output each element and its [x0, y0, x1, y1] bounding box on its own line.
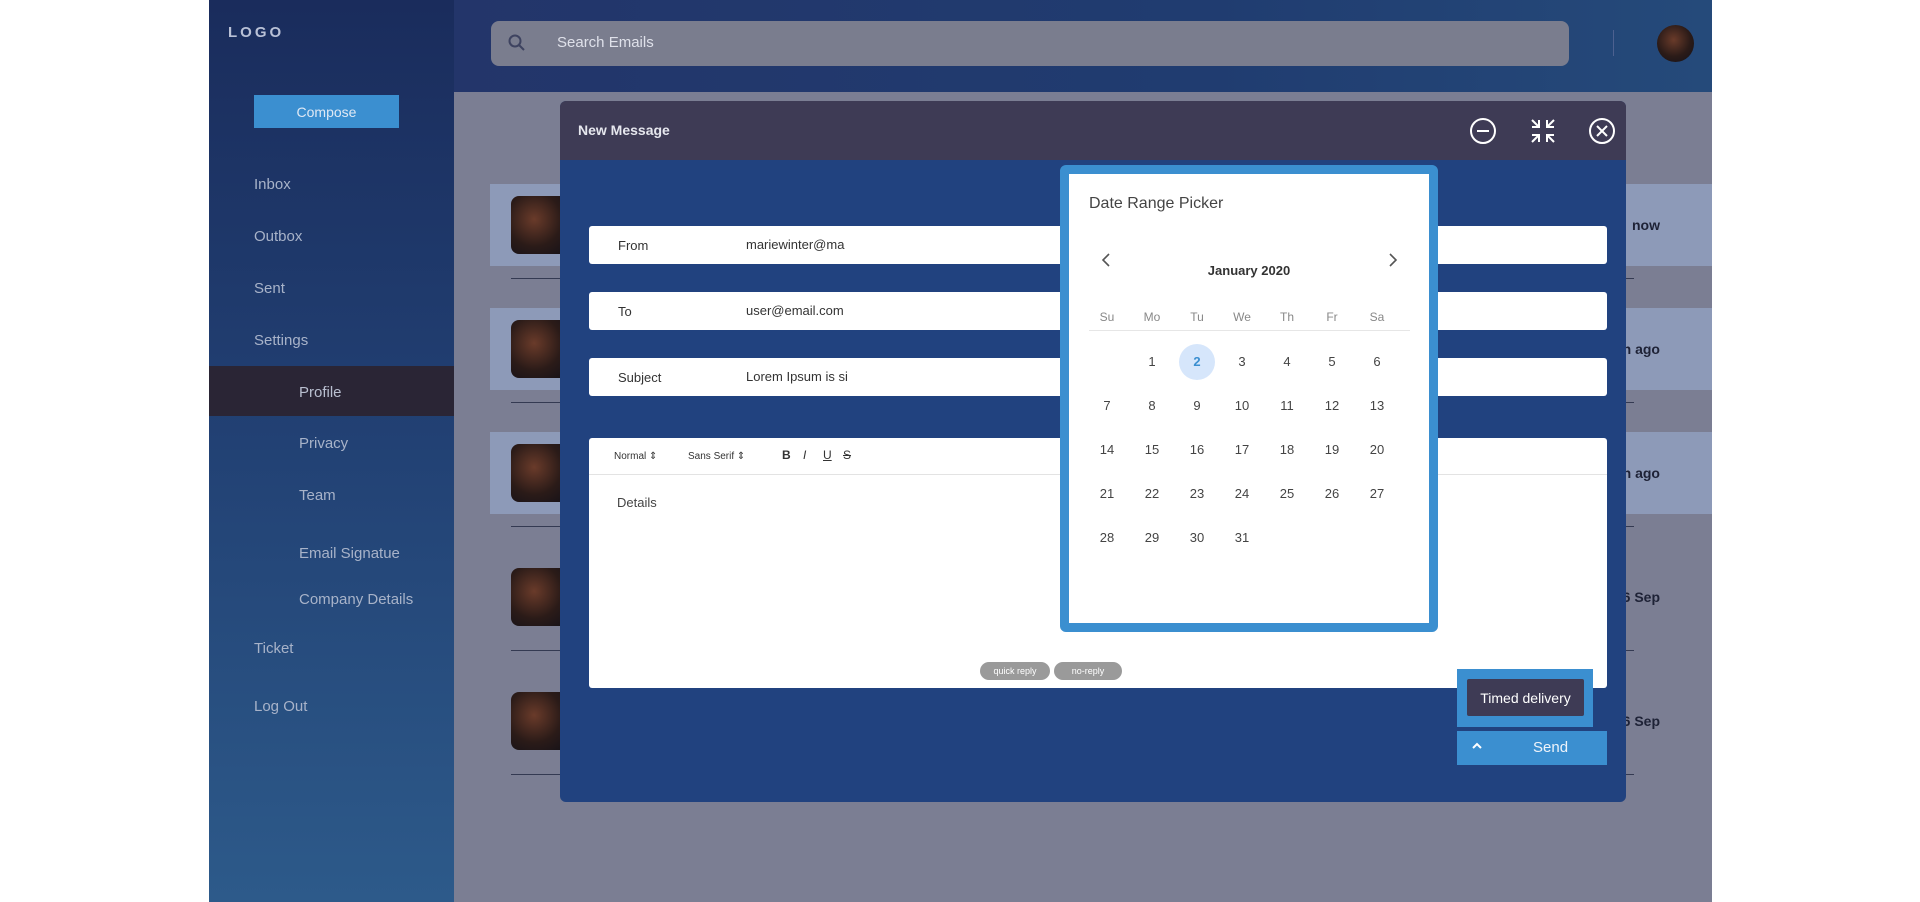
- selected-day[interactable]: 2: [1179, 344, 1215, 380]
- calendar-day[interactable]: 31: [1224, 520, 1260, 556]
- calendar-day[interactable]: 30: [1179, 520, 1215, 556]
- search-input[interactable]: Search Emails: [491, 21, 1569, 66]
- underline-button[interactable]: U: [823, 448, 832, 462]
- calendar-day[interactable]: 21: [1089, 476, 1125, 512]
- calendar-day[interactable]: 8: [1134, 388, 1170, 424]
- email-app: LOGO Compose Inbox Outbox Sent Settings …: [209, 0, 1712, 902]
- weekday-label: Mo: [1143, 310, 1161, 324]
- sidebar-item-privacy[interactable]: Privacy: [299, 435, 348, 452]
- bold-button[interactable]: B: [782, 448, 791, 462]
- calendar-day[interactable]: 22: [1134, 476, 1170, 512]
- logo: LOGO: [228, 24, 285, 41]
- collapse-icon[interactable]: [1529, 117, 1557, 145]
- sidebar-item-sent[interactable]: Sent: [254, 280, 285, 297]
- weekday-label: Fr: [1326, 310, 1338, 324]
- modal-header: New Message: [560, 101, 1626, 160]
- sidebar-item-ticket[interactable]: Ticket: [254, 640, 293, 657]
- font-select-label: Sans Serif: [688, 451, 735, 462]
- send-button[interactable]: Send: [1457, 731, 1607, 765]
- from-label: From: [618, 238, 649, 253]
- calendar-day[interactable]: 1: [1134, 344, 1170, 380]
- calendar-day[interactable]: 14: [1089, 432, 1125, 468]
- email-time: n ago: [1622, 465, 1660, 481]
- email-time: now: [1632, 217, 1660, 233]
- calendar-day[interactable]: 15: [1134, 432, 1170, 468]
- user-avatar[interactable]: [1657, 25, 1694, 62]
- chevron-up-icon[interactable]: [1470, 739, 1484, 753]
- sidebar-item-team[interactable]: Team: [299, 487, 336, 504]
- calendar-day[interactable]: 9: [1179, 388, 1215, 424]
- weekday-label: Su: [1099, 310, 1115, 324]
- compose-button[interactable]: Compose: [254, 95, 399, 128]
- sidebar-item-profile[interactable]: Profile: [299, 384, 342, 401]
- close-icon[interactable]: [1588, 117, 1616, 145]
- sidebar-item-settings[interactable]: Settings: [254, 332, 308, 349]
- calendar-day[interactable]: 16: [1179, 432, 1215, 468]
- format-select[interactable]: Normal ⇕: [614, 451, 657, 462]
- weekday-label: Tu: [1190, 310, 1204, 324]
- weekday-label: Sa: [1369, 310, 1385, 324]
- calendar-day[interactable]: 17: [1224, 432, 1260, 468]
- email-time: 6 Sep: [1622, 713, 1660, 729]
- calendar-day[interactable]: 27: [1359, 476, 1395, 512]
- to-label: To: [618, 304, 632, 319]
- weekday-label: We: [1233, 310, 1251, 324]
- picker-divider: [1089, 330, 1410, 331]
- timed-delivery-button[interactable]: Timed delivery: [1467, 679, 1584, 716]
- minimize-icon[interactable]: [1469, 117, 1497, 145]
- calendar-day[interactable]: 13: [1359, 388, 1395, 424]
- italic-button[interactable]: I: [803, 448, 806, 462]
- calendar-day[interactable]: 6: [1359, 344, 1395, 380]
- search-placeholder: Search Emails: [557, 34, 654, 51]
- calendar-day[interactable]: 3: [1224, 344, 1260, 380]
- sidebar-item-company-details[interactable]: Company Details: [299, 591, 413, 608]
- format-select-label: Normal: [614, 451, 647, 462]
- weekday-label: Th: [1279, 310, 1294, 324]
- send-label: Send: [1533, 739, 1569, 756]
- calendar-day[interactable]: 11: [1269, 388, 1305, 424]
- email-time: n ago: [1622, 341, 1660, 357]
- date-range-picker: Date Range Picker January 2020 Su Mo Tu We T…: [1060, 165, 1438, 632]
- from-value: mariewinter@ma: [746, 237, 845, 252]
- picker-month: January 2020: [1207, 263, 1291, 278]
- calendar-day[interactable]: 19: [1314, 432, 1350, 468]
- sidebar-item-logout[interactable]: Log Out: [254, 698, 307, 715]
- email-time: 6 Sep: [1622, 589, 1660, 605]
- calendar-day[interactable]: 18: [1269, 432, 1305, 468]
- sidebar: LOGO Compose Inbox Outbox Sent Settings …: [209, 0, 454, 902]
- sidebar-item-outbox[interactable]: Outbox: [254, 228, 302, 245]
- strikethrough-button[interactable]: S: [843, 448, 851, 462]
- no-reply-chip[interactable]: no-reply: [1054, 662, 1122, 680]
- sidebar-item-inbox[interactable]: Inbox: [254, 176, 291, 193]
- calendar-day[interactable]: 26: [1314, 476, 1350, 512]
- to-value: user@email.com: [746, 303, 844, 318]
- calendar-day[interactable]: 12: [1314, 388, 1350, 424]
- sidebar-item-email-signature[interactable]: Email Signatue: [299, 545, 400, 562]
- calendar-day[interactable]: 20: [1359, 432, 1395, 468]
- calendar-day[interactable]: 4: [1269, 344, 1305, 380]
- calendar-day[interactable]: 5: [1314, 344, 1350, 380]
- calendar-day[interactable]: 7: [1089, 388, 1125, 424]
- header-divider: [1613, 30, 1614, 56]
- font-select[interactable]: Sans Serif ⇕: [688, 451, 745, 462]
- calendar-day[interactable]: 10: [1224, 388, 1260, 424]
- chevron-right-icon[interactable]: [1385, 252, 1401, 268]
- body-placeholder: Details: [617, 495, 657, 510]
- subject-label: Subject: [618, 370, 662, 385]
- calendar-day[interactable]: 29: [1134, 520, 1170, 556]
- calendar-day[interactable]: 24: [1224, 476, 1260, 512]
- quick-reply-chip[interactable]: quick reply: [980, 662, 1050, 680]
- calendar-day[interactable]: 25: [1269, 476, 1305, 512]
- timed-delivery-popover: Timed delivery: [1457, 669, 1593, 727]
- search-icon: [508, 34, 525, 51]
- top-bar: Search Emails: [454, 0, 1712, 92]
- calendar-day[interactable]: 28: [1089, 520, 1125, 556]
- calendar-day[interactable]: 23: [1179, 476, 1215, 512]
- picker-title: Date Range Picker: [1089, 195, 1224, 212]
- modal-title: New Message: [578, 122, 670, 138]
- subject-value: Lorem Ipsum is si: [746, 369, 848, 384]
